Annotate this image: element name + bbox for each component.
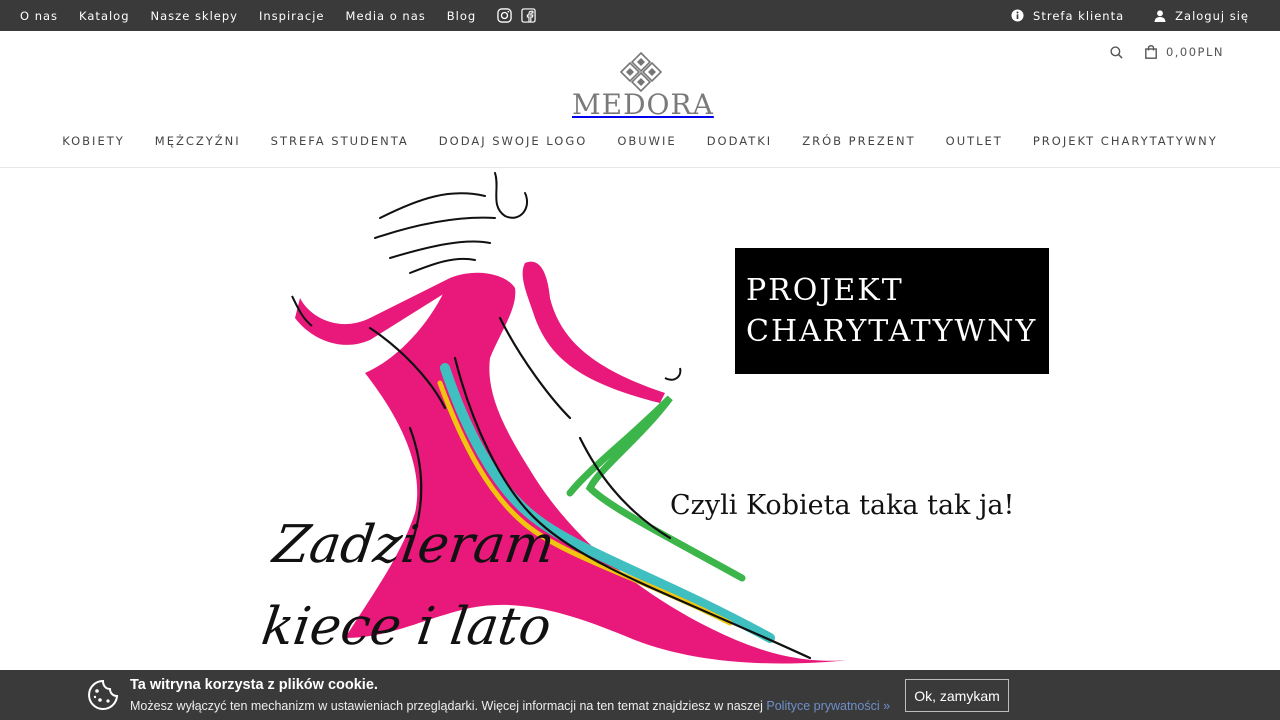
cookie-message: Możesz wyłączyć ten mechanizm w ustawien…: [130, 699, 890, 713]
top-links: O nas Katalog Nasze sklepy Inspiracje Me…: [20, 0, 536, 31]
nav-item-mezczyzni[interactable]: MĘŻCZYŹNI: [155, 134, 241, 148]
nav-item-strefa-studenta[interactable]: STREFA STUDENTA: [271, 134, 409, 148]
login-link[interactable]: Zaloguj się: [1154, 9, 1249, 23]
header-tools: 0,00PLN: [1110, 45, 1224, 59]
cookie-title: Ta witryna korzysta z plików cookie.: [130, 677, 378, 693]
script-line-2: kiece i lato: [258, 597, 555, 657]
search-icon[interactable]: [1110, 45, 1123, 59]
social-icons: [497, 8, 536, 23]
client-zone-label: Strefa klienta: [1033, 8, 1125, 23]
medora-logo[interactable]: MEDORA: [572, 51, 714, 123]
top-link-blog[interactable]: Blog: [447, 9, 476, 23]
shopping-bag-icon: [1145, 45, 1157, 59]
top-link-media-o-nas[interactable]: Media o nas: [346, 9, 426, 23]
cookie-message-text: Możesz wyłączyć ten mechanizm w ustawien…: [130, 699, 767, 713]
privacy-policy-link[interactable]: Polityce prywatności »: [766, 699, 890, 713]
nav-item-projekt-charytatywny[interactable]: PROJEKT CHARYTATYWNY: [1033, 134, 1218, 148]
info-icon: [1011, 9, 1024, 22]
top-link-katalog[interactable]: Katalog: [79, 9, 129, 23]
hero-banner[interactable]: PROJEKT CHARYTATYWNY Czyli Kobieta taka …: [0, 168, 1280, 670]
hero-tagline: Czyli Kobieta taka tak ja!: [670, 490, 1015, 521]
badge-line-1: PROJEKT: [746, 273, 904, 308]
facebook-icon[interactable]: [521, 8, 536, 23]
nav-item-obuwie[interactable]: OBUWIE: [617, 134, 676, 148]
main-nav: KOBIETY MĘŻCZYŹNI STREFA STUDENTA DODAJ …: [0, 134, 1280, 148]
cookie-bar: Ta witryna korzysta z plików cookie. Moż…: [0, 670, 1280, 720]
user-icon: [1154, 9, 1166, 22]
nav-item-dodatki[interactable]: DODATKI: [707, 134, 773, 148]
nav-item-outlet[interactable]: OUTLET: [946, 134, 1003, 148]
badge-line-2: CHARYTATYWNY: [746, 314, 1038, 349]
nav-item-dodaj-swoje-logo[interactable]: DODAJ SWOJE LOGO: [439, 134, 588, 148]
cart-button[interactable]: 0,00PLN: [1145, 45, 1224, 59]
top-link-o-nas[interactable]: O nas: [20, 9, 58, 23]
top-link-inspiracje[interactable]: Inspiracje: [259, 9, 325, 23]
instagram-icon[interactable]: [497, 8, 512, 23]
charity-badge: PROJEKT CHARYTATYWNY: [735, 248, 1049, 374]
client-zone-link[interactable]: Strefa klienta: [1011, 9, 1124, 23]
top-link-nasze-sklepy[interactable]: Nasze sklepy: [151, 9, 238, 23]
nav-item-kobiety[interactable]: KOBIETY: [62, 134, 125, 148]
hero-script-text: Zadzieram kiece i lato: [256, 504, 567, 668]
logo-wordmark: MEDORA: [572, 88, 714, 121]
top-bar: O nas Katalog Nasze sklepy Inspiracje Me…: [0, 0, 1280, 31]
nav-item-zrob-prezent[interactable]: ZRÓB PREZENT: [802, 134, 915, 148]
cookie-icon: [88, 679, 119, 710]
cart-total: 0,00PLN: [1165, 45, 1224, 59]
account-links: Strefa klienta Zaloguj się: [1011, 0, 1249, 31]
script-line-1: Zadzieram: [269, 515, 559, 575]
logo-emblem-icon: [619, 51, 663, 93]
site-header: MEDORA 0,00PLN KOBIETY MĘŻCZYŹNI STREFA …: [0, 31, 1280, 168]
login-label: Zaloguj się: [1175, 8, 1249, 23]
cookie-accept-button[interactable]: Ok, zamykam: [905, 679, 1009, 712]
